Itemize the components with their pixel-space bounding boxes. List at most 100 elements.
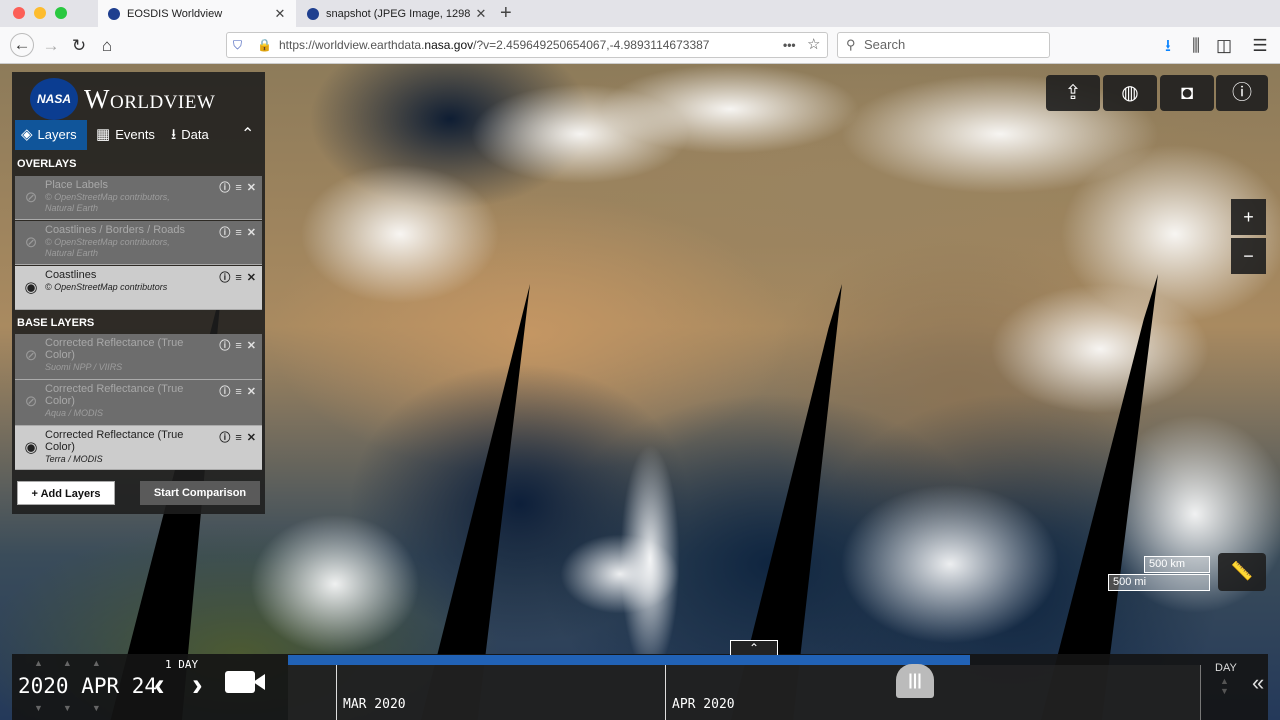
collapse-panel-icon[interactable]: ⌃ xyxy=(235,120,262,150)
info-circle-icon[interactable]: ⓘ xyxy=(1216,75,1268,111)
video-camera-icon[interactable] xyxy=(225,671,255,693)
tab-layers[interactable]: ◈ Layers xyxy=(15,120,87,150)
eye-icon[interactable]: ◉ xyxy=(20,438,42,456)
zoom-out-button[interactable]: − xyxy=(1231,238,1266,274)
remove-icon[interactable]: ✕ xyxy=(247,227,256,239)
zoom-level-arrows[interactable]: ▲ ▼ xyxy=(1220,676,1229,696)
options-icon[interactable]: ≡ xyxy=(235,340,241,352)
layer-aqua-modis[interactable]: ⊘ Corrected Reflectance (True Color) Aqu… xyxy=(15,380,262,426)
cloud xyxy=(600,64,860,154)
download-icon[interactable]: ⭳ xyxy=(1156,35,1180,57)
info-icon[interactable]: ⓘ xyxy=(219,340,230,352)
download-data-icon: ⭳ xyxy=(171,126,177,143)
bookmark-star-icon[interactable]: ☆ xyxy=(807,33,820,57)
layer-viirs[interactable]: ⊘ Corrected Reflectance (True Color) Suo… xyxy=(15,334,262,380)
layer-coastlines[interactable]: ◉ Coastlines © OpenStreetMap contributor… xyxy=(15,266,262,310)
scale-mi: 500 mi xyxy=(1108,574,1210,591)
layer-source: Terra / MODIS xyxy=(45,454,103,464)
tab-close-icon[interactable]: ✕ xyxy=(272,6,288,22)
zoom-level-label[interactable]: DAY xyxy=(1215,662,1237,674)
hidden-eye-icon[interactable]: ⊘ xyxy=(20,188,42,206)
previous-day-icon[interactable]: ‹ xyxy=(154,666,165,703)
eye-icon[interactable]: ◉ xyxy=(20,278,42,296)
calendar-icon: ▦ xyxy=(96,126,111,143)
hidden-eye-icon[interactable]: ⊘ xyxy=(20,346,42,364)
forward-icon[interactable]: → xyxy=(39,35,63,57)
share-icon[interactable]: ⇪ xyxy=(1046,75,1100,111)
collapse-timeline-icon[interactable]: « xyxy=(1252,670,1264,696)
menu-icon[interactable]: ☰ xyxy=(1248,35,1272,57)
nasa-favicon-icon xyxy=(108,7,120,20)
tab-events[interactable]: ▦ Events xyxy=(90,120,160,150)
timeline-axis[interactable] xyxy=(288,665,1200,720)
projection-globe-icon[interactable]: ◍ xyxy=(1103,75,1157,111)
layer-name: Place Labels xyxy=(45,179,108,191)
date-up-arrows[interactable]: ▲ ▲ ▲ xyxy=(34,658,101,668)
tab-layers-label: Layers xyxy=(37,127,77,142)
remove-icon[interactable]: ✕ xyxy=(247,386,256,398)
back-icon[interactable]: ← xyxy=(10,33,34,57)
url-bar[interactable]: ⛉ 🔒 https://worldview.earthdata.nasa.gov… xyxy=(226,32,828,58)
home-icon[interactable]: ⌂ xyxy=(95,35,119,57)
search-icon: ⚲ xyxy=(846,37,856,52)
worldview-logo[interactable]: NASA Worldview xyxy=(30,76,215,122)
start-comparison-button[interactable]: Start Comparison xyxy=(140,481,260,505)
options-icon[interactable]: ≡ xyxy=(235,227,241,239)
reload-icon[interactable]: ↻ xyxy=(67,35,91,57)
layer-place-labels[interactable]: ⊘ Place Labels © OpenStreetMap contribut… xyxy=(15,176,262,220)
layers-panel: NASA Worldview ◈ Layers ▦ Events ⭳ Data ⌃ O… xyxy=(12,72,265,514)
expand-timeline-icon[interactable]: ⌃ xyxy=(730,640,778,655)
layers-icon: ◈ xyxy=(21,126,33,143)
library-icon[interactable]: ⫼ xyxy=(1184,35,1208,57)
hidden-eye-icon[interactable]: ⊘ xyxy=(20,392,42,410)
browser-tab-worldview[interactable]: EOSDIS Worldview ✕ xyxy=(98,0,296,27)
window-maximize-icon[interactable] xyxy=(55,7,67,19)
next-day-icon[interactable]: › xyxy=(192,666,203,703)
layer-name: Corrected Reflectance (True Color) xyxy=(45,337,184,361)
tab-close-icon[interactable]: ✕ xyxy=(473,6,489,22)
options-icon[interactable]: ≡ xyxy=(235,386,241,398)
measure-ruler-icon[interactable]: 📏 xyxy=(1218,553,1266,591)
window-close-icon[interactable] xyxy=(13,7,25,19)
remove-icon[interactable]: ✕ xyxy=(247,272,256,284)
options-icon[interactable]: ≡ xyxy=(235,432,241,444)
axis-end xyxy=(1200,665,1201,720)
remove-icon[interactable]: ✕ xyxy=(247,182,256,194)
browser-tab-snapshot[interactable]: snapshot (JPEG Image, 1298 × ✕ xyxy=(297,0,497,27)
remove-icon[interactable]: ✕ xyxy=(247,432,256,444)
layer-terra-modis[interactable]: ◉ Corrected Reflectance (True Color) Ter… xyxy=(15,426,262,470)
search-input[interactable]: ⚲ Search xyxy=(837,32,1050,58)
hidden-eye-icon[interactable]: ⊘ xyxy=(20,233,42,251)
info-icon[interactable]: ⓘ xyxy=(219,182,230,194)
app-title: Worldview xyxy=(84,83,216,114)
tab-data[interactable]: ⭳ Data xyxy=(165,120,227,150)
new-tab-icon[interactable]: + xyxy=(500,2,512,25)
nasa-logo-icon: NASA xyxy=(30,78,78,120)
tab-data-label: Data xyxy=(181,127,209,142)
window-minimize-icon[interactable] xyxy=(34,7,46,19)
zoom-in-button[interactable]: + xyxy=(1231,199,1266,235)
page-actions-icon[interactable]: ••• xyxy=(783,33,796,57)
shield-icon[interactable]: ⛉ xyxy=(233,33,242,57)
cloud xyxy=(840,484,1060,644)
lock-icon: 🔒 xyxy=(257,38,272,52)
sidebar-icon[interactable]: ◫ xyxy=(1212,35,1236,57)
timeline-date-handle[interactable]: ||| xyxy=(896,664,934,698)
search-placeholder: Search xyxy=(864,37,906,52)
info-icon[interactable]: ⓘ xyxy=(219,272,230,284)
camera-icon[interactable]: ◘ xyxy=(1160,75,1214,111)
layer-coastlines-borders-roads[interactable]: ⊘ Coastlines / Borders / Roads © OpenStr… xyxy=(15,221,262,265)
info-icon[interactable]: ⓘ xyxy=(219,386,230,398)
info-icon[interactable]: ⓘ xyxy=(219,227,230,239)
date-display[interactable]: 2020 APR 24 xyxy=(18,674,157,698)
layer-name: Corrected Reflectance (True Color) xyxy=(45,383,184,407)
nasa-favicon-icon xyxy=(307,7,319,20)
add-layers-button[interactable]: + Add Layers xyxy=(17,481,115,505)
browser-toolbar: ← → ↻ ⌂ ⛉ 🔒 https://worldview.earthdata.… xyxy=(0,27,1280,64)
options-icon[interactable]: ≡ xyxy=(235,182,241,194)
info-icon[interactable]: ⓘ xyxy=(219,432,230,444)
remove-icon[interactable]: ✕ xyxy=(247,340,256,352)
options-icon[interactable]: ≡ xyxy=(235,272,241,284)
url-text[interactable]: https://worldview.earthdata.nasa.gov/?v=… xyxy=(279,33,775,57)
date-down-arrows[interactable]: ▼ ▼ ▼ xyxy=(34,703,101,713)
